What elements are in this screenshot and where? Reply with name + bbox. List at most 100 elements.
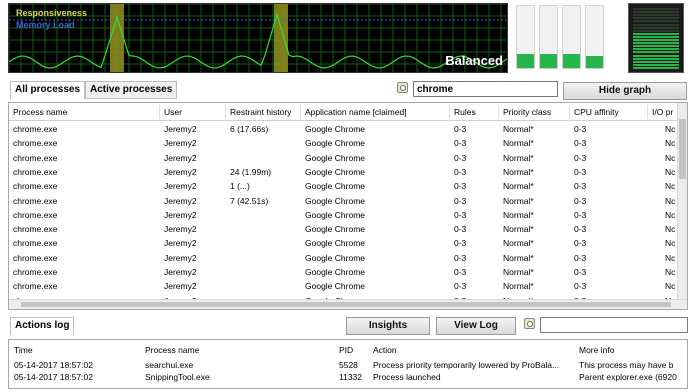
log-column-action[interactable]: Action (373, 345, 397, 355)
cell-application-name: Google Chrome (305, 281, 366, 292)
column-divider[interactable] (569, 105, 570, 119)
table-row[interactable]: chrome.exe Jeremy2 6 (17.66s) Google Chrome… (9, 123, 677, 137)
magnifier-icon[interactable] (524, 318, 535, 329)
table-row[interactable]: chrome.exe Jeremy2 7 (42.51s) Google Chrome… (9, 195, 677, 209)
memory-meter-segment (633, 35, 679, 38)
cell-rules: 0-3 (454, 152, 467, 163)
column-header-rules[interactable]: Rules (454, 107, 476, 117)
magnifier-icon[interactable] (397, 82, 408, 93)
cell-process-name: chrome.exe (13, 281, 58, 292)
cpu-core-fill (517, 54, 534, 68)
cell-io-priority: Nc (665, 195, 676, 206)
column-header-cpu-affinity[interactable]: CPU affinity (574, 107, 619, 117)
cell-restraint-history: 7 (42.51s) (230, 195, 269, 206)
insights-button[interactable]: Insights (346, 317, 430, 335)
memory-meter-segment (633, 63, 679, 66)
log-column-pid[interactable]: PID (339, 345, 353, 355)
cell-io-priority: Nc (665, 252, 676, 263)
cell-process-name: chrome.exe (13, 166, 58, 177)
memory-meter-segment (633, 48, 679, 51)
cell-cpu-affinity: 0-3 (574, 267, 587, 277)
table-row[interactable]: chrome.exe Jeremy2 Google Chrome 0-3 Normal*… (9, 266, 677, 280)
log-search-input[interactable] (540, 317, 688, 333)
table-row[interactable]: chrome.exe Jeremy2 24 (1.99m) Google Chrome… (9, 166, 677, 180)
cell-user: Jeremy2 (164, 124, 197, 134)
column-header-application-name[interactable]: Application name [claimed] (305, 107, 407, 117)
table-row[interactable]: chrome.exe Jeremy2 Google Chrome 0-3 Normal*… (9, 280, 677, 294)
cell-io-priority: Nc (665, 124, 676, 134)
cell-io-priority: Nc (665, 209, 676, 220)
cell-rules: 0-3 (454, 209, 467, 220)
cell-cpu-affinity: 0-3 (574, 224, 587, 235)
log-column-time[interactable]: Time (14, 345, 33, 355)
log-column-more-info[interactable]: More info (579, 345, 614, 355)
tab-active-processes[interactable]: Active processes (85, 81, 178, 99)
process-search-input[interactable] (413, 81, 558, 97)
cell-pid: 11332 (339, 372, 363, 382)
cell-application-name: Google Chrome (305, 195, 366, 206)
power-mode-label: Balanced (445, 53, 503, 68)
view-log-button[interactable]: View Log (436, 317, 516, 335)
cell-application-name: Google Chrome (305, 252, 366, 263)
memory-meter-segment (633, 32, 679, 35)
cell-cpu-affinity: 0-3 (574, 281, 587, 292)
table-row[interactable]: chrome.exe Jeremy2 Google Chrome 0-3 Normal*… (9, 252, 677, 266)
log-row[interactable]: 05-14-2017 18:57:02 SnippingTool.exe 11332… (9, 372, 687, 384)
table-row[interactable]: chrome.exe Jeremy2 Google Chrome 0-3 Normal*… (9, 137, 677, 151)
memory-meter-segment (633, 54, 679, 57)
column-divider[interactable] (647, 105, 648, 119)
scrollbar-thumb[interactable] (21, 302, 671, 307)
cell-user: Jeremy2 (164, 224, 197, 235)
cell-process-name: chrome.exe (13, 138, 58, 149)
cell-pid: 5528 (339, 360, 358, 370)
cell-io-priority: Nc (665, 181, 676, 192)
scrollbar-thumb[interactable] (679, 119, 686, 179)
process-table: Process name User Restraint history Appl… (8, 102, 688, 310)
cell-application-name: Google Chrome (305, 267, 366, 277)
cell-process-name: chrome.exe (13, 209, 58, 220)
column-divider[interactable] (300, 105, 301, 119)
process-vertical-scrollbar[interactable] (677, 103, 687, 299)
cell-io-priority: Nc (665, 152, 676, 163)
cell-application-name: Google Chrome (305, 238, 366, 249)
memory-meter-segment (633, 20, 679, 23)
table-row[interactable]: chrome.exe Jeremy2 Google Chrome 0-3 Normal*… (9, 237, 677, 251)
cell-rules: 0-3 (454, 281, 467, 292)
column-divider[interactable] (159, 105, 160, 119)
table-row[interactable]: chrome.exe Jeremy2 Google Chrome 0-3 Normal*… (9, 209, 677, 223)
column-divider[interactable] (498, 105, 499, 119)
column-divider[interactable] (225, 105, 226, 119)
cpu-core-bar (516, 5, 535, 69)
tab-actions-log[interactable]: Actions log (10, 317, 75, 335)
column-header-user[interactable]: User (164, 107, 182, 117)
tab-all-processes[interactable]: All processes (10, 81, 86, 99)
cell-process-name: chrome.exe (13, 238, 58, 249)
cpu-core-bar (562, 5, 581, 69)
table-row[interactable]: chrome.exe Jeremy2 Google Chrome 0-3 Normal*… (9, 152, 677, 166)
column-header-io-priority[interactable]: I/O pr (652, 107, 673, 117)
cell-rules: 0-3 (454, 238, 467, 249)
cell-user: Jeremy2 (164, 181, 197, 192)
cell-process-name: SnippingTool.exe (145, 372, 210, 382)
cell-io-priority: Nc (665, 138, 676, 149)
cell-user: Jeremy2 (164, 252, 197, 263)
column-header-priority-class[interactable]: Priority class (503, 107, 551, 117)
cell-user: Jeremy2 (164, 195, 197, 206)
cell-rules: 0-3 (454, 252, 467, 263)
memory-meter-segment (633, 23, 679, 26)
cell-rules: 0-3 (454, 181, 467, 192)
cell-time: 05-14-2017 18:57:02 (14, 372, 93, 382)
column-divider[interactable] (449, 105, 450, 119)
table-row[interactable]: chrome.exe Jeremy2 Google Chrome 0-3 Normal*… (9, 223, 677, 237)
memory-meter-segment (633, 42, 679, 45)
log-row[interactable]: 05-14-2017 18:57:02 searchui.exe 5528 Proce… (9, 360, 687, 372)
graph-highlight-band (274, 4, 288, 72)
hide-graph-button[interactable]: Hide graph (563, 82, 687, 100)
table-row[interactable]: chrome.exe Jeremy2 1 (...) Google Chrome 0-3… (9, 180, 677, 194)
log-column-process-name[interactable]: Process name (145, 345, 199, 355)
cell-cpu-affinity: 0-3 (574, 209, 587, 220)
column-header-restraint-history[interactable]: Restraint history (230, 107, 291, 117)
cell-priority-class: Normal* (503, 209, 534, 220)
process-horizontal-scrollbar[interactable] (9, 299, 687, 309)
column-header-process-name[interactable]: Process name (13, 107, 67, 117)
